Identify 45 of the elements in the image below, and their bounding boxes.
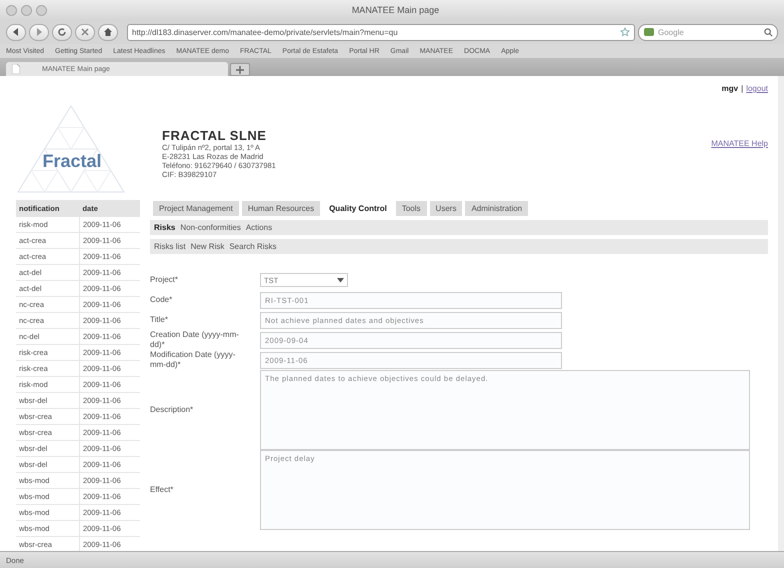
help-link[interactable]: MANATEE Help xyxy=(711,139,768,148)
nav-tab[interactable]: Human Resources xyxy=(242,201,320,216)
field-label: Modification Date (yyyy-mm-dd)* xyxy=(150,350,236,370)
back-icon xyxy=(11,27,21,37)
stop-icon xyxy=(80,27,90,37)
new-tab-button[interactable] xyxy=(230,63,250,76)
field-label: Title* xyxy=(150,315,169,325)
nav-tab[interactable]: Tools xyxy=(396,201,427,216)
close-button[interactable] xyxy=(6,4,17,16)
subnav-tab[interactable]: Non-conformities xyxy=(180,223,241,232)
fractal-logo: Fractal xyxy=(16,104,128,196)
company-name: FRACTAL SLNE xyxy=(162,128,268,143)
action-link[interactable]: Search Risks xyxy=(229,242,276,251)
minimize-button[interactable] xyxy=(21,4,32,16)
subnav-tab[interactable]: Risks xyxy=(154,223,176,232)
zoom-button[interactable] xyxy=(36,4,47,16)
forward-icon xyxy=(34,27,44,37)
action-link[interactable]: New Risk xyxy=(190,242,224,251)
field-label: Effect* xyxy=(150,485,174,495)
search-icon xyxy=(764,28,773,36)
home-button[interactable] xyxy=(98,24,118,40)
nav-tab[interactable]: Project Management xyxy=(153,201,239,216)
action-link[interactable]: Risks list xyxy=(154,242,186,251)
logout-link[interactable]: logout xyxy=(746,84,768,93)
nav-tab[interactable]: Users xyxy=(430,201,462,216)
address-bar[interactable]: http://dl183.dinaserver.com/manatee-demo/private/servlets/main?menu=qu xyxy=(127,24,635,40)
reload-button[interactable] xyxy=(52,24,72,40)
field-label: Description* xyxy=(150,405,194,415)
reload-icon xyxy=(57,27,67,37)
field-label: Project* xyxy=(150,275,180,285)
star-icon xyxy=(620,27,630,37)
user-name: mgv xyxy=(722,84,738,93)
search-field[interactable]: Google xyxy=(638,24,778,40)
separator-text: | xyxy=(741,84,744,93)
subnav-tab[interactable]: Actions xyxy=(246,223,272,232)
stop-button[interactable] xyxy=(75,24,95,40)
back-button[interactable] xyxy=(6,24,26,40)
field-label: Creation Date (yyyy-mm-dd)* xyxy=(150,330,240,350)
dropdown-arrow-icon xyxy=(337,277,344,283)
home-icon xyxy=(103,27,113,37)
field-label: Code* xyxy=(150,295,174,305)
nav-tab[interactable]: Administration xyxy=(465,201,528,216)
plus-icon xyxy=(236,66,244,74)
window-title: MANATEE Main page xyxy=(352,5,440,15)
page-icon xyxy=(12,64,20,74)
